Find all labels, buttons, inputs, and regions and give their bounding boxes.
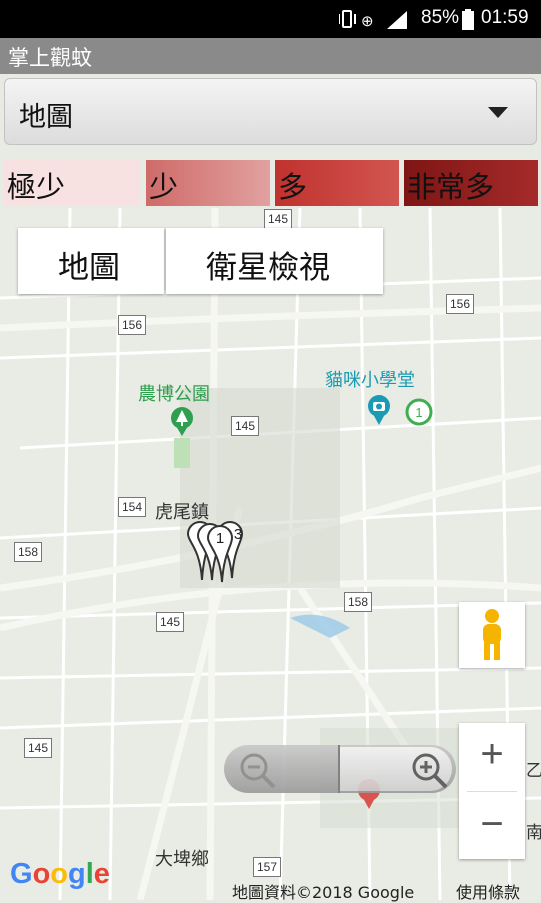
legend-label: 非常多 xyxy=(407,170,495,204)
view-select-dropdown[interactable]: 地圖 xyxy=(4,78,537,145)
road-shield: 156 xyxy=(118,315,147,335)
road-shield: 156 xyxy=(446,294,475,314)
marker-count: 3 xyxy=(234,526,242,543)
zoom-slider[interactable] xyxy=(224,745,456,793)
terms-link[interactable]: 使用條款 xyxy=(456,879,520,903)
flower-badge-number: 1 xyxy=(415,405,422,420)
road-shield: 145 xyxy=(231,416,260,436)
road-shield: 154 xyxy=(118,497,147,517)
flower-badge-icon: 1 xyxy=(405,398,433,426)
edge-label: 乙 xyxy=(526,761,541,781)
app-title-bar: 掌上觀蚊 xyxy=(0,38,541,74)
marker-count: 1 xyxy=(216,530,224,547)
road-shield: 145 xyxy=(264,209,293,229)
google-logo: Google xyxy=(10,858,110,890)
school-label: 貓咪小學堂 xyxy=(325,370,415,391)
signal-icons: ⊕ xyxy=(339,10,407,30)
road-shield: 145 xyxy=(156,612,185,632)
map-attribution: 地圖資料©2018 Google xyxy=(232,883,415,902)
svg-text:⊕: ⊕ xyxy=(361,13,374,30)
legend-few: 少 xyxy=(146,160,270,206)
clock: 01:59 xyxy=(481,7,529,28)
park-pin-icon[interactable] xyxy=(170,406,194,438)
map-type-satellite-tab[interactable]: 衛星檢視 xyxy=(166,228,383,294)
dropdown-value: 地圖 xyxy=(19,102,73,133)
map-tab-label: 地圖 xyxy=(58,250,120,286)
road-shield: 145 xyxy=(24,738,53,758)
street-view-button[interactable] xyxy=(459,602,525,668)
road-shield: 157 xyxy=(253,857,282,877)
road-shield: 158 xyxy=(344,592,373,612)
zoom-in-button[interactable]: + xyxy=(459,723,525,789)
zoom-control: + − xyxy=(459,723,525,859)
legend-label: 多 xyxy=(278,170,308,204)
zoom-in-magnifier-icon[interactable] xyxy=(410,751,450,791)
legend-very-many: 非常多 xyxy=(404,160,538,206)
park-label: 農博公園 xyxy=(138,384,210,405)
zoom-out-magnifier-icon[interactable] xyxy=(238,751,278,791)
mosquito-marker-cluster[interactable]: 1 3 xyxy=(186,520,258,584)
zoom-out-button[interactable]: − xyxy=(459,793,525,859)
satellite-tab-label: 衛星檢視 xyxy=(206,250,330,286)
battery-icon xyxy=(462,9,474,30)
map-type-map-tab[interactable]: 地圖 xyxy=(18,228,164,294)
pegman-icon xyxy=(483,609,501,660)
battery-percent: 85% xyxy=(421,7,460,28)
status-bar: ⊕ 85% 01:59 xyxy=(0,0,541,38)
camera-pin-icon[interactable] xyxy=(366,394,392,428)
legend-label: 極少 xyxy=(7,170,66,204)
legend-label: 少 xyxy=(149,170,179,204)
legend-many: 多 xyxy=(275,160,399,206)
town-label-dapi: 大埤鄉 xyxy=(155,849,209,870)
app-title: 掌上觀蚊 xyxy=(8,46,92,70)
legend-very-few: 極少 xyxy=(4,160,140,206)
road-shield: 158 xyxy=(14,542,43,562)
dropdown-arrow-icon xyxy=(488,107,508,118)
edge-label: 南 xyxy=(526,823,541,843)
